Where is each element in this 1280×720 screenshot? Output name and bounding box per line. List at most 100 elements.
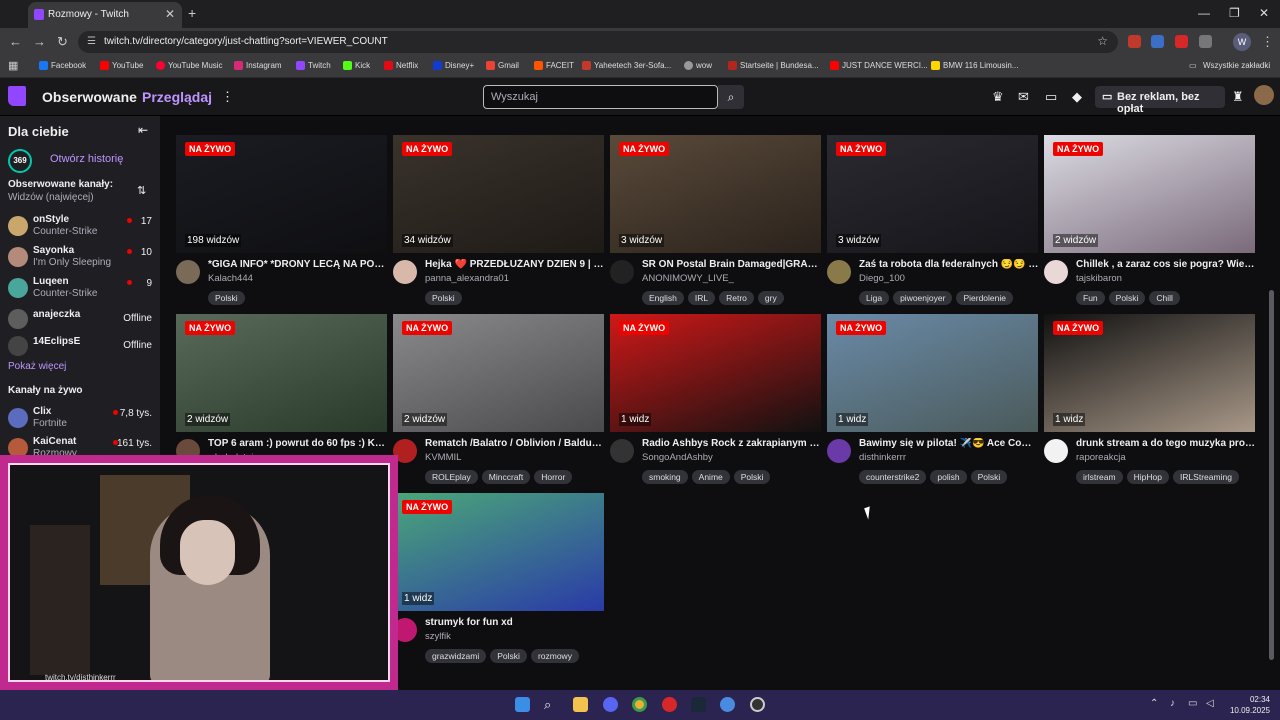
- channel-avatar[interactable]: [176, 260, 200, 284]
- channel-name[interactable]: SongoAndAshby: [642, 452, 713, 463]
- stream-thumbnail[interactable]: NA ŻYWO 1 widz: [827, 314, 1038, 432]
- nav-following[interactable]: Obserwowane: [42, 89, 137, 105]
- stream-tag[interactable]: HipHop: [1126, 470, 1169, 484]
- stream-title[interactable]: Radio Ashbys Rock z zakrapianym twi...: [642, 438, 822, 449]
- close-tab-icon[interactable]: ✕: [165, 7, 175, 21]
- nav-browse[interactable]: Przeglądaj: [142, 89, 212, 105]
- stream-tag[interactable]: irlstream: [1076, 470, 1123, 484]
- stream-tag[interactable]: piwoenjoyer: [893, 291, 953, 305]
- stream-title[interactable]: TOP 6 aram :) powrut do 60 fps :) KC ...: [208, 438, 388, 449]
- stream-tag[interactable]: Polski: [733, 470, 771, 484]
- stream-tag[interactable]: gry: [757, 291, 784, 305]
- apps-grid-icon[interactable]: ▦: [8, 59, 18, 72]
- stream-thumbnail[interactable]: NA ŻYWO 3 widzów: [827, 135, 1038, 253]
- bookmark-item[interactable]: YouTube: [100, 61, 143, 70]
- menu-dots-icon[interactable]: ⋮: [1261, 34, 1274, 50]
- bookmark-item[interactable]: Startseite | Bundesa...: [728, 61, 819, 70]
- more-menu-icon[interactable]: ⋮: [221, 89, 234, 105]
- followed-channel[interactable]: 14EclipsE Offline: [0, 333, 160, 361]
- followed-channel[interactable]: Luqeen Counter-Strike 9: [0, 275, 160, 303]
- stream-title[interactable]: drunk stream a do tego muzyka profe...: [1076, 438, 1256, 449]
- channel-name[interactable]: KVMMIL: [425, 452, 461, 463]
- user-avatar[interactable]: [1254, 85, 1274, 105]
- whispers-icon[interactable]: ▭: [1045, 89, 1057, 105]
- obs-icon[interactable]: [750, 697, 765, 712]
- sort-icon[interactable]: ⇅: [137, 184, 146, 197]
- stream-title[interactable]: Zaś ta robota dla federalnych 😏😏 | !...: [859, 259, 1039, 270]
- followed-channel[interactable]: onStyle Counter-Strike 17: [0, 213, 160, 241]
- channel-name[interactable]: panna_alexandra01: [425, 273, 509, 284]
- bookmark-item[interactable]: Netflix: [384, 61, 418, 70]
- stream-tag[interactable]: Pierdolenie: [956, 291, 1013, 305]
- inbox-icon[interactable]: ✉: [1018, 89, 1029, 105]
- stream-tag[interactable]: polish: [930, 470, 967, 484]
- channel-name[interactable]: tajskibaron: [1076, 273, 1122, 284]
- stream-thumbnail[interactable]: NA ŻYWO 2 widzów: [176, 314, 387, 432]
- stream-tag[interactable]: IRLStreaming: [1172, 470, 1239, 484]
- stream-title[interactable]: SR ON Postal Brain Damaged|GRAMY ...: [642, 259, 822, 270]
- channel-avatar[interactable]: [610, 260, 634, 284]
- stream-tag[interactable]: Liga: [859, 291, 890, 305]
- close-window-icon[interactable]: ✕: [1259, 6, 1269, 20]
- bookmark-item[interactable]: YouTube Music: [156, 61, 223, 70]
- stream-tag[interactable]: Fun: [1076, 291, 1105, 305]
- bookmark-item[interactable]: FACEIT: [534, 61, 574, 70]
- channel-name[interactable]: Diego_100: [859, 273, 905, 284]
- app-icon[interactable]: [720, 697, 735, 712]
- chrome-icon[interactable]: [632, 697, 647, 712]
- prime-icon[interactable]: ♜: [1232, 89, 1244, 105]
- bookmark-item[interactable]: wow: [684, 61, 712, 70]
- stream-tag[interactable]: Polski: [490, 649, 527, 663]
- stream-title[interactable]: Chillek , a zaraz cos sie pogra? Wiesiu?: [1076, 259, 1256, 270]
- stream-tag[interactable]: rozmowy: [530, 649, 579, 663]
- live-channel[interactable]: Clix Fortnite 7,8 tys.: [0, 405, 160, 433]
- stream-tag[interactable]: Anime: [691, 470, 730, 484]
- bookmark-item[interactable]: Yaheetech 3er-Sofa...: [582, 61, 671, 70]
- start-icon[interactable]: [515, 697, 530, 712]
- search-icon[interactable]: ⌕: [544, 697, 559, 712]
- stream-tag[interactable]: Horror: [534, 470, 573, 484]
- collapse-sidebar-icon[interactable]: ⇤: [138, 123, 148, 137]
- stream-thumbnail[interactable]: NA ŻYWO 1 widz: [393, 493, 604, 611]
- stream-tag[interactable]: English: [642, 291, 684, 305]
- bookmark-item[interactable]: Facebook: [39, 61, 86, 70]
- stream-title[interactable]: Bawimy się w pilota! ✈️😎 Ace Comb...: [859, 438, 1039, 449]
- bookmark-item[interactable]: Instagram: [234, 61, 282, 70]
- stream-tag[interactable]: IRL: [687, 291, 716, 305]
- channel-avatar[interactable]: [827, 439, 851, 463]
- channel-avatar[interactable]: [610, 439, 634, 463]
- channel-avatar[interactable]: [827, 260, 851, 284]
- file-explorer-icon[interactable]: [573, 697, 588, 712]
- bookmark-item[interactable]: Gmail: [486, 61, 519, 70]
- stream-title[interactable]: *GIGA INFO* *DRONY LECĄ NA POLS...: [208, 259, 388, 270]
- new-tab-button[interactable]: +: [188, 5, 196, 21]
- crown-icon[interactable]: ♛: [992, 89, 1004, 105]
- followed-channel[interactable]: Sayonka I'm Only Sleeping 10: [0, 244, 160, 272]
- bookmark-item[interactable]: Twitch: [296, 61, 331, 70]
- tray-chevron-icon[interactable]: ⌃: [1150, 698, 1158, 709]
- stream-title[interactable]: strumyk for fun xd: [425, 617, 605, 628]
- stream-tag[interactable]: grazwidzami: [425, 649, 487, 663]
- stream-tag[interactable]: ROLEplay: [425, 470, 478, 484]
- stream-tag[interactable]: Polski: [1108, 291, 1146, 305]
- channel-name[interactable]: raporeakcja: [1076, 452, 1126, 463]
- bookmark-star-icon[interactable]: ☆: [1097, 34, 1108, 48]
- stream-title[interactable]: Hejka ❤️ PRZEDŁUŻANY DZIEŃ 9 | 1z...: [425, 259, 605, 270]
- extension-icon[interactable]: [1175, 35, 1188, 48]
- bookmark-item[interactable]: BMW 116 Limousin...: [931, 61, 1018, 70]
- extensions-puzzle-icon[interactable]: [1199, 35, 1212, 48]
- volume-icon[interactable]: ◁: [1206, 698, 1214, 709]
- channel-avatar[interactable]: [1044, 439, 1068, 463]
- open-history-link[interactable]: Otwórz historię: [50, 153, 123, 165]
- search-input[interactable]: Wyszukaj: [483, 85, 718, 109]
- stream-thumbnail[interactable]: NA ŻYWO 198 widzów: [176, 135, 387, 253]
- stream-thumbnail[interactable]: NA ŻYWO 2 widzów: [1044, 135, 1255, 253]
- twitch-logo-icon[interactable]: [8, 86, 26, 106]
- page-scrollbar[interactable]: [1269, 290, 1274, 660]
- turbo-button[interactable]: ▭ Bez reklam, bez opłat: [1095, 86, 1225, 115]
- tab-active[interactable]: Rozmowy - Twitch ✕: [28, 2, 182, 28]
- stream-tag[interactable]: Retro: [719, 291, 754, 305]
- all-bookmarks-button[interactable]: ▭ Wszystkie zakładki: [1189, 61, 1270, 70]
- forward-icon[interactable]: →: [33, 34, 46, 49]
- bits-icon[interactable]: ◆: [1072, 89, 1082, 105]
